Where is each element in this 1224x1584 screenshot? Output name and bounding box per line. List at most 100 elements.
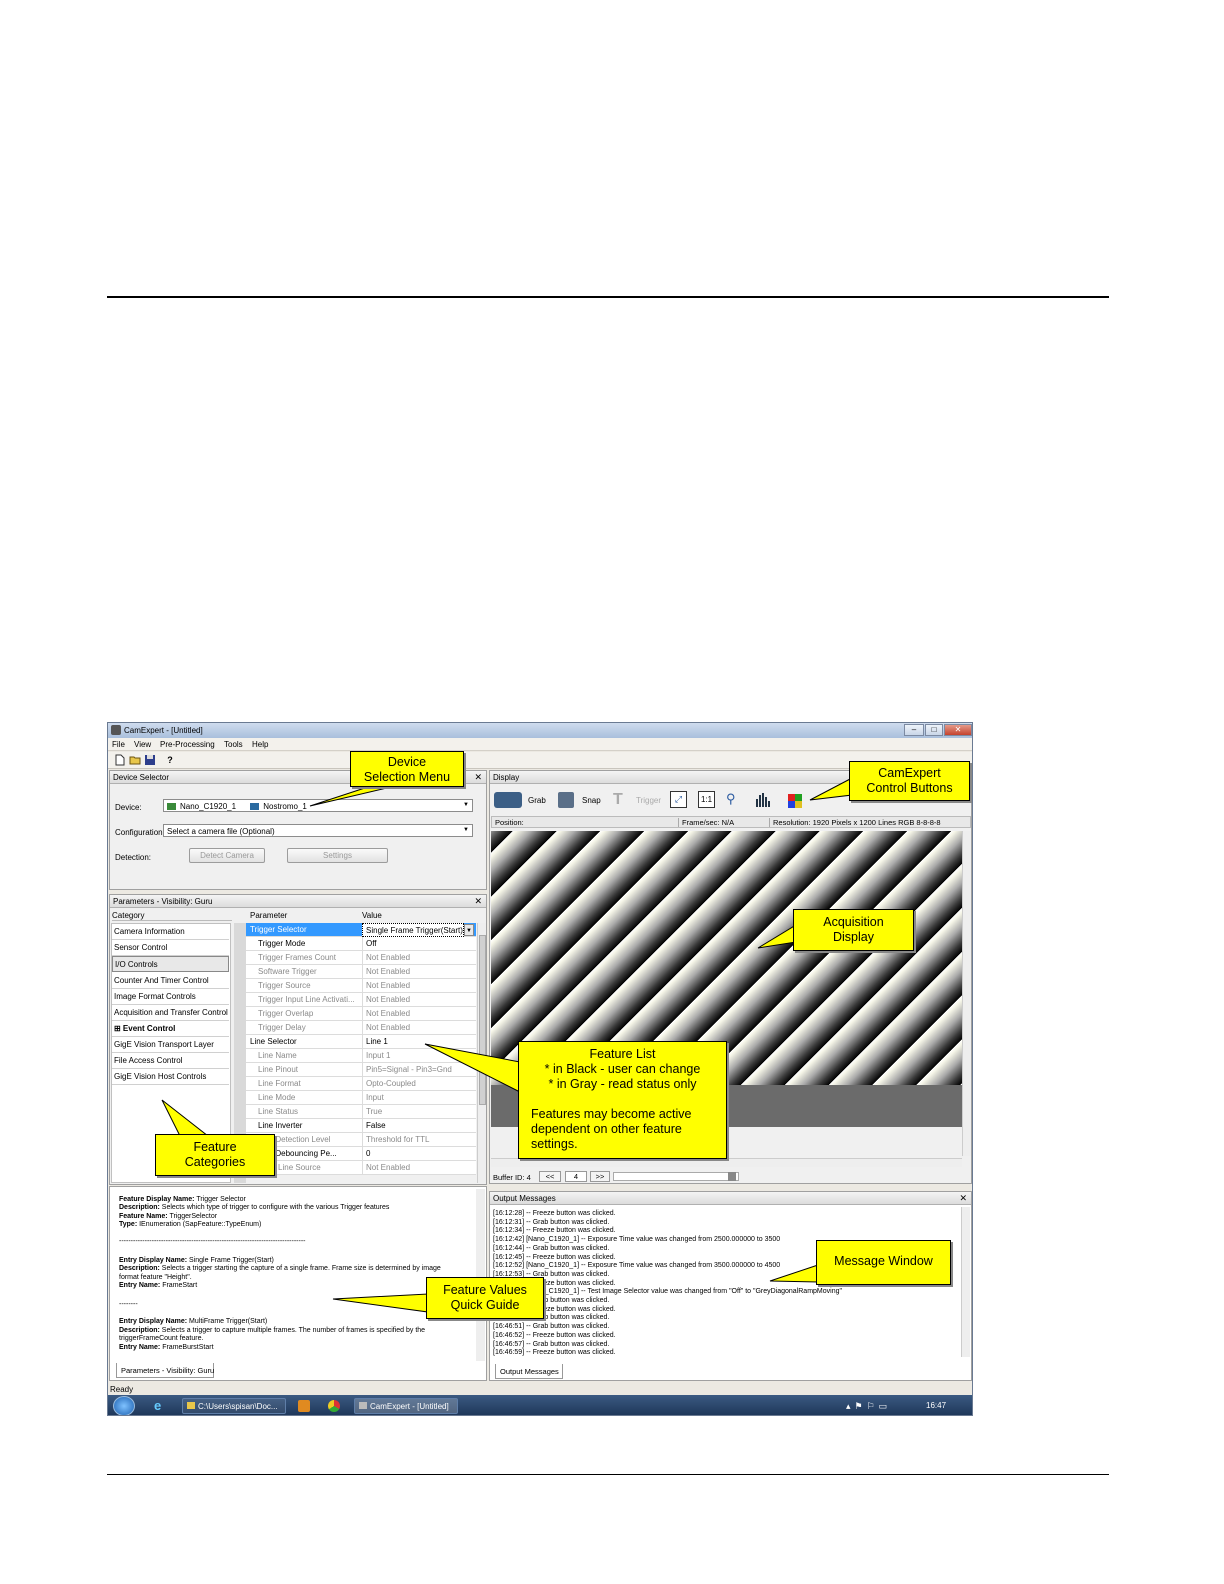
param-row[interactable]: Trigger Frames Count Not Enabled (246, 951, 476, 965)
settings-button[interactable]: Settings (287, 848, 388, 863)
histogram-icon[interactable] (754, 791, 772, 808)
camera-grab-icon[interactable] (494, 792, 522, 808)
category-item[interactable]: Counter And Timer Control (112, 973, 229, 989)
desc-line: Description: Selects a trigger starting … (119, 1265, 441, 1272)
save-icon[interactable] (144, 754, 156, 766)
param-row-selected[interactable]: Trigger Selector Single Frame Trigger(St… (246, 923, 476, 937)
position-readout: Position: (495, 818, 524, 827)
desc-scrollbar[interactable] (476, 1189, 485, 1361)
category-item[interactable]: Acquisition and Transfer Control (112, 1005, 229, 1021)
close-panel-icon[interactable]: ✕ (959, 1193, 967, 1204)
output-messages-panel: Output Messages ✕ [16:12:28] -- Freeze bu… (489, 1191, 972, 1381)
display-vscroll[interactable] (962, 831, 971, 1156)
detect-camera-button[interactable]: Detect Camera (189, 848, 265, 863)
param-row[interactable]: Trigger Input Line Activati... Not Enable… (246, 993, 476, 1007)
param-row[interactable]: Trigger Mode Off (246, 937, 476, 951)
display-hscroll[interactable] (491, 1158, 962, 1167)
message-line: [16:12:42] [Nano_C1920_1] -- Exposure Ti… (493, 1236, 781, 1244)
output-scrollbar[interactable] (961, 1207, 970, 1357)
device-combo[interactable]: Nano_C1920_1 Nostromo_1 ▼ (163, 799, 473, 812)
scrollbar-thumb[interactable] (479, 935, 486, 1105)
message-line: [16:12:58] [Nano_C1920_1] -- Test Image … (493, 1288, 842, 1296)
menu-pre-processing[interactable]: Pre-Processing (160, 740, 215, 749)
chevron-down-icon[interactable]: ▼ (464, 924, 474, 936)
menu-view[interactable]: View (134, 740, 151, 749)
maximize-button[interactable]: □ (925, 724, 943, 736)
close-button[interactable]: ✕ (944, 724, 972, 736)
category-item[interactable]: GigE Vision Host Controls (112, 1069, 229, 1085)
callout-feature-list: Feature List * in Black - user can chang… (518, 1041, 727, 1159)
menu-help[interactable]: Help (252, 740, 268, 749)
minimize-button[interactable]: – (904, 724, 924, 736)
buffer-slider-thumb[interactable] (728, 1172, 736, 1181)
configuration-combo[interactable]: Select a camera file (Optional) ▼ (163, 824, 473, 837)
grab-label[interactable]: Grab (528, 796, 546, 805)
param-row[interactable]: Line Inverter False (246, 1119, 476, 1133)
folder-icon (187, 1402, 195, 1409)
category-item[interactable]: Camera Information (112, 924, 229, 940)
taskbar-explorer[interactable]: C:\Users\spisan\Doc... (182, 1398, 286, 1414)
status-text: Ready (110, 1385, 134, 1394)
buffer-bar: Buffer ID: 4 << 4 >> (491, 1171, 971, 1183)
parameter-header: Parameter (250, 911, 288, 920)
tray-icons[interactable]: ▴⚑⚐▭ (846, 1401, 891, 1412)
display-title: Display (493, 773, 520, 782)
menu-tools[interactable]: Tools (224, 740, 243, 749)
desc-line: Entry Name: FrameBurstStart (119, 1344, 214, 1351)
close-panel-icon[interactable]: ✕ (474, 772, 482, 783)
category-item[interactable]: Sensor Control (112, 940, 229, 956)
message-line: [16:12:45] -- Freeze button was clicked. (493, 1253, 616, 1261)
category-item[interactable]: File Access Control (112, 1053, 229, 1069)
category-item[interactable]: Image Format Controls (112, 989, 229, 1005)
param-row[interactable]: Line Detection Level Threshold for TTL (246, 1133, 476, 1147)
message-line: [16:12:28] -- Freeze button was clicked. (493, 1210, 616, 1217)
param-row[interactable]: Line Name Input 1 (246, 1049, 476, 1063)
parameters-tab[interactable]: Parameters - Visibility: Guru (116, 1363, 214, 1378)
output-messages-tab[interactable]: Output Messages (495, 1364, 563, 1379)
title-bar: CamExpert - [Untitled] – □ ✕ (108, 723, 972, 738)
help-icon[interactable]: ? (164, 754, 176, 766)
param-row[interactable]: Line Debouncing Pe... 0 (246, 1147, 476, 1161)
chrome-icon[interactable] (328, 1400, 340, 1412)
category-item[interactable]: GigE Vision Transport Layer (112, 1037, 229, 1053)
chevron-down-icon[interactable]: ▼ (461, 801, 471, 810)
menu-file[interactable]: File (112, 740, 125, 749)
buffer-number-field[interactable]: 4 (565, 1171, 587, 1182)
snap-label[interactable]: Snap (582, 796, 601, 805)
message-line: [16:46:59] -- Freeze button was clicked. (493, 1349, 616, 1357)
callout-acquisition-display: Acquisition Display (793, 909, 914, 951)
buffer-prev-button[interactable]: << (539, 1171, 561, 1182)
message-line: [16:12:52] [Nano_C1920_1] -- Exposure Ti… (493, 1262, 781, 1270)
param-row[interactable]: Trigger Delay Not Enabled (246, 1021, 476, 1035)
chevron-down-icon[interactable]: ▼ (461, 826, 471, 835)
ie-icon[interactable]: e (154, 1399, 168, 1413)
fit-to-screen-icon[interactable]: ⤢ (670, 791, 687, 808)
taskbar-camexpert[interactable]: CamExpert - [Untitled] (354, 1398, 458, 1414)
media-icon[interactable] (298, 1400, 310, 1412)
param-row[interactable]: Line Format Opto-Coupled (246, 1077, 476, 1091)
trigger-selector-dropdown[interactable]: Single Frame Trigger(Start) (362, 923, 464, 937)
param-row[interactable]: Input Line Source Not Enabled (246, 1161, 476, 1175)
new-file-icon[interactable] (114, 754, 126, 766)
param-row[interactable]: Line Mode Input (246, 1091, 476, 1105)
desc-line: Type: IEnumeration (SapFeature::TypeEnum… (119, 1221, 262, 1228)
clock: 16:47 (926, 1401, 947, 1410)
category-item[interactable]: ⊞ Event Control (112, 1021, 229, 1037)
param-row[interactable]: Software Trigger Not Enabled (246, 965, 476, 979)
category-item-selected[interactable]: I/O Controls (112, 956, 229, 972)
param-row[interactable]: Line Pinout Pin5=Signal - Pin3=Gnd (246, 1063, 476, 1077)
param-row[interactable]: Trigger Source Not Enabled (246, 979, 476, 993)
param-row[interactable]: Line Selector Line 1 (246, 1035, 476, 1049)
buffer-next-button[interactable]: >> (590, 1171, 610, 1182)
param-row[interactable]: Trigger Overlap Not Enabled (246, 1007, 476, 1021)
param-scrollbar[interactable] (477, 923, 486, 1183)
start-orb-icon[interactable] (113, 1396, 135, 1415)
zoom-icon[interactable]: ⚲ (726, 791, 736, 807)
param-row[interactable]: Line Status True (246, 1105, 476, 1119)
snap-icon[interactable] (558, 792, 574, 808)
color-palette-icon[interactable] (788, 794, 802, 808)
one-to-one-button[interactable]: 1:1 (698, 791, 715, 808)
close-panel-icon[interactable]: ✕ (474, 896, 482, 907)
buffer-slider[interactable] (613, 1172, 739, 1181)
open-folder-icon[interactable] (129, 754, 141, 766)
